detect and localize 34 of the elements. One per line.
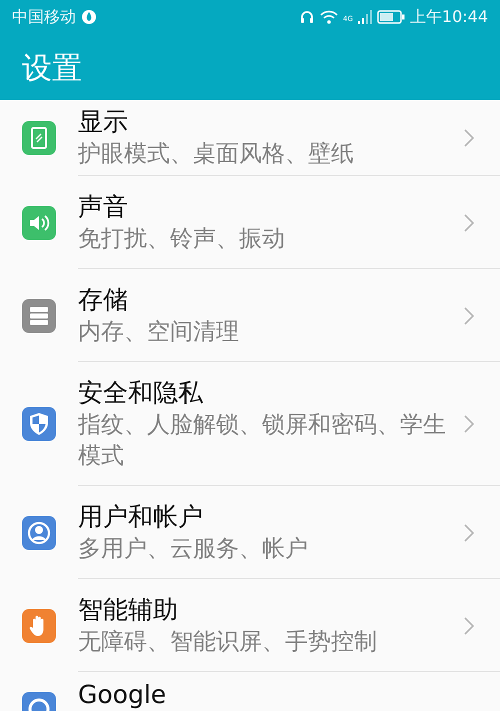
item-subtitle: 多用户、云服务、帐户 <box>78 534 309 564</box>
signal-icon <box>358 9 372 25</box>
item-subtitle: 指纹、人脸解锁、锁屏和密码、学生模式 <box>78 410 447 470</box>
settings-item[interactable]: 安全和隐私 指纹、人脸解锁、锁屏和密码、学生模式 <box>0 362 500 486</box>
droplet-icon <box>81 9 97 25</box>
wifi-icon <box>320 9 338 25</box>
chevron-icon <box>464 616 474 634</box>
item-title: 智能辅助 <box>78 594 179 626</box>
item-title: 存储 <box>78 284 129 316</box>
chevron-icon <box>464 214 474 232</box>
settings-item[interactable]: 用户和帐户 多用户、云服务、帐户 <box>0 486 500 579</box>
item-title: Google <box>78 679 168 711</box>
item-subtitle: 免打扰、铃声、振动 <box>78 224 286 254</box>
item-title: 安全和隐私 <box>78 376 204 408</box>
settings-item[interactable]: 声音 免打扰、铃声、振动 <box>0 176 500 269</box>
page-title: 设置 <box>21 50 83 88</box>
item-subtitle: 护眼模式、桌面风格、壁纸 <box>78 140 355 169</box>
item-subtitle: 无障碍、智能识屏、手势控制 <box>78 628 378 656</box>
battery-icon <box>376 10 405 24</box>
item-subtitle: 内存、空间清理 <box>78 318 240 346</box>
settings-item[interactable]: Google <box>0 672 500 710</box>
item-title: 用户和帐户 <box>78 500 204 532</box>
settings-item[interactable]: 显示 护眼模式、桌面风格、壁纸 <box>0 100 500 176</box>
clock-time: 上午10:44 <box>410 6 488 28</box>
item-title: 显示 <box>78 106 129 138</box>
settings-item[interactable]: 存储 内存、空间清理 <box>0 269 500 362</box>
chevron-icon <box>464 415 474 433</box>
chevron-icon <box>464 524 474 542</box>
headphones-icon <box>299 9 315 25</box>
item-title: 声音 <box>78 190 129 222</box>
carrier-name: 中国移动 <box>12 6 76 28</box>
settings-item[interactable]: 智能辅助 无障碍、智能识屏、手势控制 <box>0 579 500 672</box>
chevron-icon <box>464 306 474 324</box>
chevron-icon <box>464 129 474 147</box>
